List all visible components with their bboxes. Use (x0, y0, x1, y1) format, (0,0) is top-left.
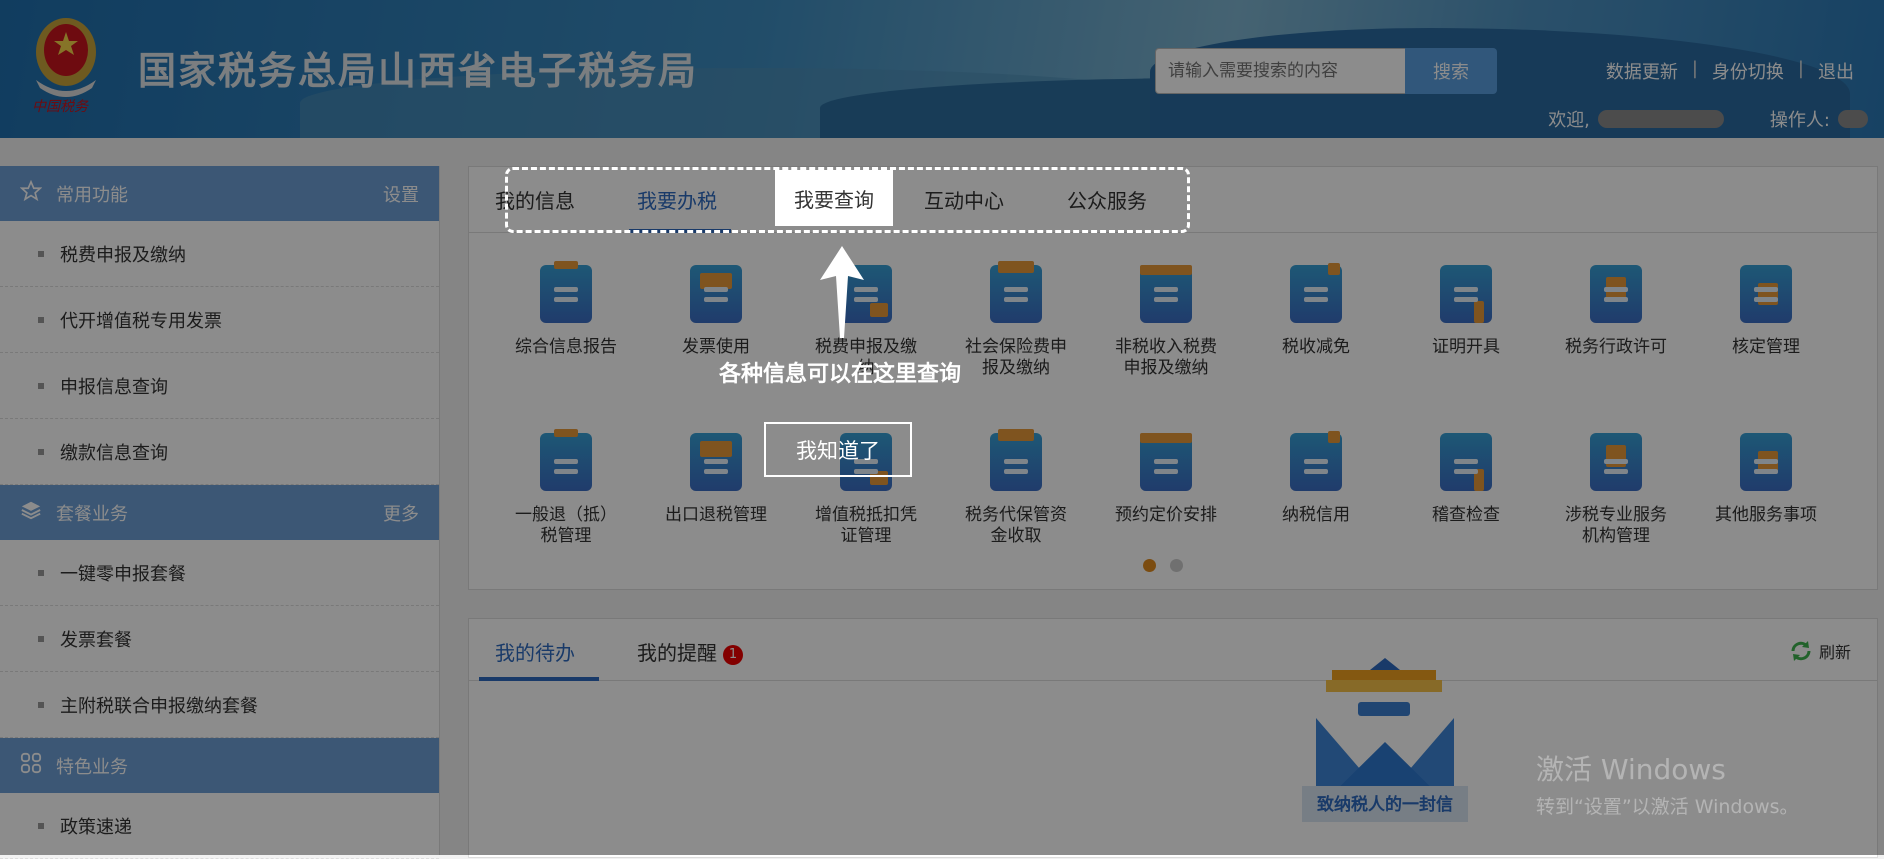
guide-overlay[interactable] (0, 0, 1884, 855)
got-it-button[interactable]: 我知道了 (764, 422, 912, 477)
guide-tip-text: 各种信息可以在这里查询 (718, 362, 961, 387)
arrow-up-icon (820, 246, 864, 338)
guide-highlight-frame (505, 167, 1190, 233)
watermark-line1: 激活 Windows (1536, 753, 1726, 786)
watermark-line2: 转到“设置”以激活 Windows。 (1536, 796, 1799, 818)
windows-activation-watermark: 激活 Windows 转到“设置”以激活 Windows。 (1536, 748, 1799, 819)
